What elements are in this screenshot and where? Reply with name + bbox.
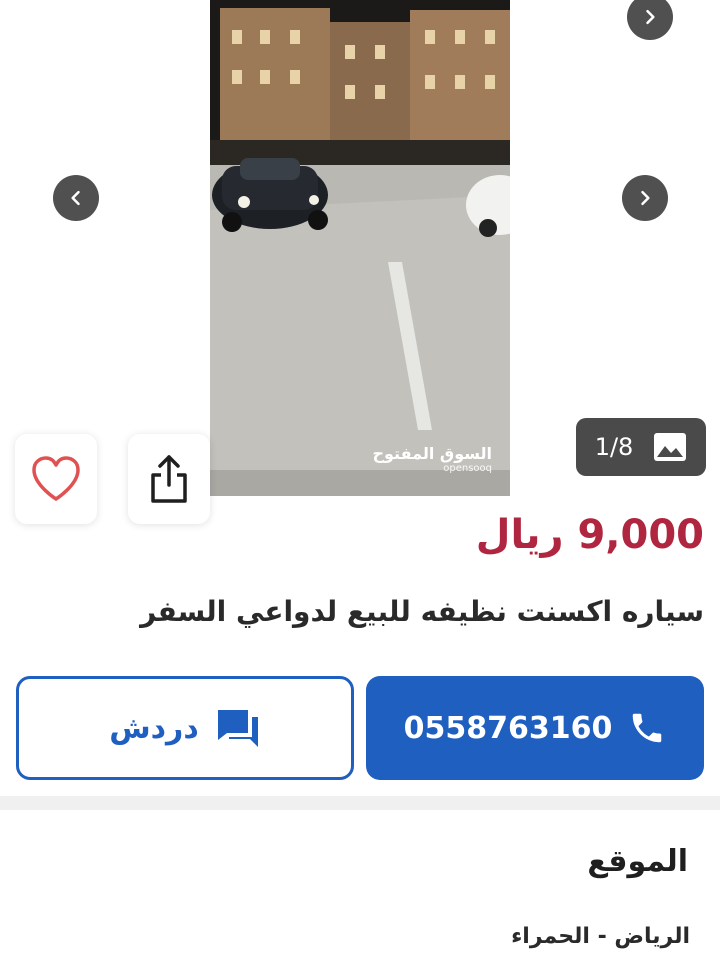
- watermark: السوق المفتوح opensooq: [372, 444, 492, 474]
- chat-button-label: دردش: [109, 710, 199, 746]
- gallery-next-button[interactable]: [622, 175, 668, 221]
- image-icon: [654, 433, 687, 461]
- phone-number: 0558763160: [403, 710, 613, 746]
- listing-price: 9,000 ريال: [475, 512, 704, 558]
- heart-icon: [32, 456, 80, 501]
- image-counter[interactable]: 1/8: [576, 418, 706, 476]
- listing-photo[interactable]: السوق المفتوح opensooq: [210, 0, 510, 496]
- share-button[interactable]: [128, 434, 210, 524]
- chevron-left-icon: [71, 190, 80, 206]
- image-counter-text: 1/8: [594, 433, 634, 461]
- location-heading: الموقع: [587, 844, 688, 879]
- listing-title: سياره اكسنت نظيفه للبيع لدواعي السفر: [140, 595, 704, 628]
- phone-icon: [633, 713, 662, 743]
- favorite-button[interactable]: [15, 434, 97, 524]
- call-button[interactable]: 0558763160: [366, 676, 704, 780]
- watermark-arabic: السوق المفتوح: [372, 444, 492, 463]
- gallery-prev-button[interactable]: [53, 175, 99, 221]
- car-photo-image: [210, 0, 510, 496]
- chevron-right-icon: [641, 190, 650, 206]
- chevron-right-icon: [646, 9, 655, 25]
- gallery-next-top-button[interactable]: [627, 0, 673, 40]
- location-value: الرياض - الحمراء: [511, 924, 690, 949]
- share-icon: [151, 455, 187, 503]
- chat-button[interactable]: دردش: [16, 676, 354, 780]
- watermark-english: opensooq: [443, 463, 492, 474]
- image-gallery[interactable]: السوق المفتوح opensooq 1/8: [0, 0, 720, 524]
- section-divider: [0, 796, 720, 810]
- chat-icon: [217, 710, 258, 747]
